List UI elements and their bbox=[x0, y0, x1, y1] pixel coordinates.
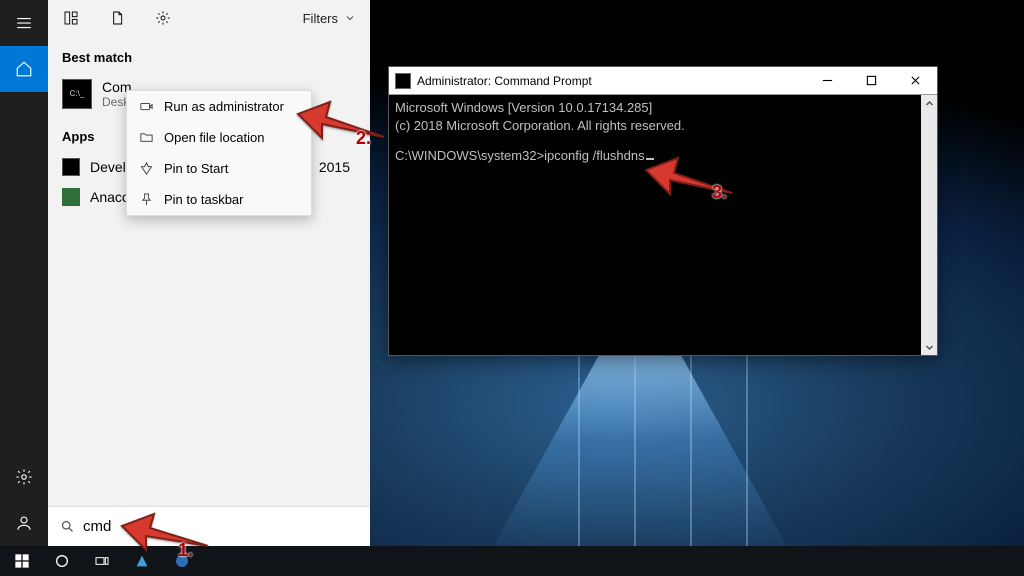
app-icon bbox=[62, 158, 80, 176]
ctx-label: Open file location bbox=[164, 130, 264, 145]
documents-scope-icon[interactable] bbox=[104, 5, 130, 31]
settings-scope-icon[interactable] bbox=[150, 5, 176, 31]
ctx-pin-start[interactable]: Pin to Start bbox=[127, 153, 311, 184]
cmd-line: (c) 2018 Microsoft Corporation. All righ… bbox=[395, 117, 931, 135]
shield-icon bbox=[139, 99, 154, 114]
scroll-up-icon[interactable] bbox=[921, 95, 937, 111]
best-match-heading: Best match bbox=[62, 50, 362, 65]
filters-label: Filters bbox=[303, 11, 338, 26]
search-icon bbox=[60, 519, 75, 534]
cmd-titlebar-icon bbox=[395, 73, 411, 89]
annotation-label-3: 3. bbox=[712, 182, 727, 203]
search-scope-row: Filters bbox=[48, 0, 370, 36]
app-icon bbox=[62, 188, 80, 206]
ctx-run-as-admin[interactable]: Run as administrator bbox=[127, 91, 311, 122]
cmd-prompt: C:\WINDOWS\system32> bbox=[395, 148, 544, 163]
wallpaper-line bbox=[578, 350, 580, 550]
annotation-arrow-1 bbox=[120, 506, 210, 556]
folder-icon bbox=[139, 130, 154, 145]
hamburger-icon[interactable] bbox=[0, 0, 48, 46]
minimize-button[interactable] bbox=[805, 67, 849, 95]
home-icon[interactable] bbox=[0, 46, 48, 92]
context-menu: Run as administrator Open file location … bbox=[126, 90, 312, 216]
wallpaper-line bbox=[746, 350, 748, 550]
command-prompt-window: Administrator: Command Prompt Microsoft … bbox=[388, 66, 938, 356]
cmd-titlebar[interactable]: Administrator: Command Prompt bbox=[389, 67, 937, 95]
cortana-icon[interactable] bbox=[50, 546, 74, 576]
filters-dropdown[interactable]: Filters bbox=[303, 11, 356, 26]
cmd-line: Microsoft Windows [Version 10.0.17134.28… bbox=[395, 99, 931, 117]
ctx-open-location[interactable]: Open file location bbox=[127, 122, 311, 153]
annotation-label-2: 2. bbox=[356, 128, 371, 149]
search-query: cmd bbox=[83, 518, 111, 535]
pin-icon bbox=[139, 161, 154, 176]
maximize-button[interactable] bbox=[849, 67, 893, 95]
ctx-pin-taskbar[interactable]: Pin to taskbar bbox=[127, 184, 311, 215]
close-button[interactable] bbox=[893, 67, 937, 95]
cmd-title-text: Administrator: Command Prompt bbox=[417, 74, 592, 88]
cmd-input: ipconfig /flushdns bbox=[544, 148, 644, 163]
command-prompt-icon: C:\_ bbox=[62, 79, 92, 109]
ctx-label: Run as administrator bbox=[164, 99, 284, 114]
user-icon[interactable] bbox=[0, 500, 48, 546]
start-sidebar bbox=[0, 0, 48, 546]
annotation-arrow-2 bbox=[296, 92, 386, 147]
pin-task-icon bbox=[139, 192, 154, 207]
scroll-down-icon[interactable] bbox=[921, 339, 937, 355]
wallpaper-line bbox=[690, 350, 692, 550]
app-year: 2015 bbox=[319, 159, 362, 175]
ctx-label: Pin to Start bbox=[164, 161, 228, 176]
start-button[interactable] bbox=[10, 546, 34, 576]
cmd-scrollbar[interactable] bbox=[921, 95, 937, 355]
cmd-output[interactable]: Microsoft Windows [Version 10.0.17134.28… bbox=[389, 95, 937, 355]
apps-scope-icon[interactable] bbox=[58, 5, 84, 31]
annotation-label-1: 1. bbox=[178, 540, 193, 561]
chevron-down-icon bbox=[344, 12, 356, 24]
wallpaper-line bbox=[634, 350, 636, 550]
ctx-label: Pin to taskbar bbox=[164, 192, 244, 207]
task-view-icon[interactable] bbox=[90, 546, 114, 576]
start-search-panel: Filters Best match C:\_ Com Deskt Apps D… bbox=[48, 0, 370, 546]
gear-icon[interactable] bbox=[0, 454, 48, 500]
